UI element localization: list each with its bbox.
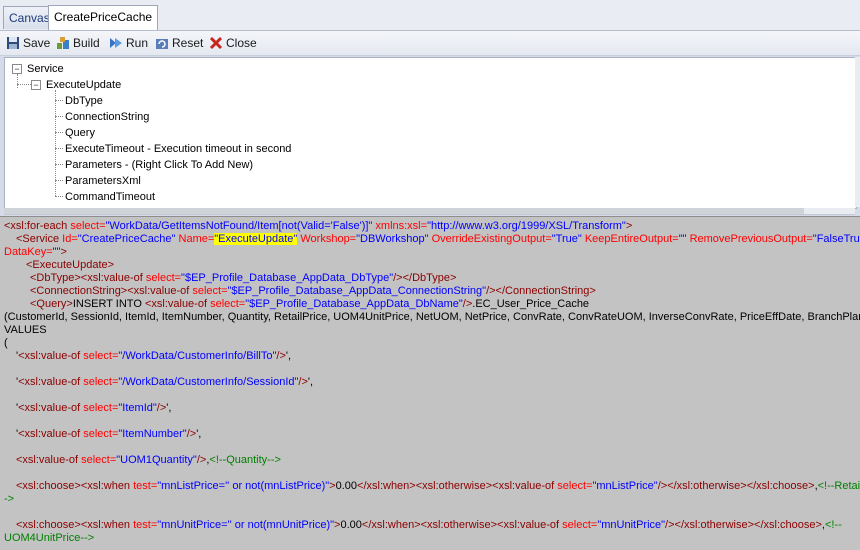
tree-node-parametersxml[interactable]: ParametersXml bbox=[65, 174, 141, 188]
code-line: '<xsl:value-of select="/WorkData/Custome… bbox=[16, 350, 292, 362]
code-line: '<xsl:value-of select="/WorkData/Custome… bbox=[16, 376, 314, 388]
build-button[interactable]: Build bbox=[56, 34, 100, 52]
run-icon bbox=[109, 36, 123, 50]
close-label: Close bbox=[226, 36, 257, 50]
build-label: Build bbox=[73, 36, 100, 50]
code-line: -> bbox=[4, 493, 15, 505]
code-line: <ConnectionString><xsl:value-of select="… bbox=[30, 285, 596, 297]
reset-icon bbox=[155, 36, 169, 50]
tree-horizontal-scrollbar[interactable] bbox=[4, 208, 855, 215]
toolbar: Save Build Run Reset Close bbox=[0, 31, 860, 56]
collapse-service-icon[interactable]: − bbox=[12, 64, 22, 74]
code-line: DataKey=""> bbox=[4, 246, 67, 258]
code-line: <ExecuteUpdate> bbox=[26, 259, 115, 271]
code-line: <Query>INSERT INTO <xsl:value-of select=… bbox=[30, 298, 590, 310]
code-line: <Service Id="CreatePriceCache" Name="Exe… bbox=[16, 233, 860, 245]
code-line: <xsl:for-each select="WorkData/GetItemsN… bbox=[4, 220, 633, 232]
save-button[interactable]: Save bbox=[6, 34, 50, 52]
close-button[interactable]: Close bbox=[209, 34, 257, 52]
code-line: (CustomerId, SessionId, ItemId, ItemNumb… bbox=[4, 311, 860, 323]
tree-node-parameters[interactable]: Parameters - (Right Click To Add New) bbox=[65, 158, 253, 172]
collapse-executeupdate-icon[interactable]: − bbox=[31, 80, 41, 90]
floppy-disk-icon bbox=[6, 36, 20, 50]
code-line: '<xsl:value-of select="ItemId"/>', bbox=[16, 402, 172, 414]
document-tab-bar: Canvas CreatePriceCache bbox=[0, 0, 860, 31]
code-line: '<xsl:value-of select="ItemNumber"/>', bbox=[16, 428, 202, 440]
code-line: <xsl:choose><xsl:when test="mnUnitPrice=… bbox=[16, 519, 842, 531]
code-line: ( bbox=[4, 337, 8, 349]
tab-create-price-cache[interactable]: CreatePriceCache bbox=[48, 5, 159, 30]
tree-node-executeupdate[interactable]: ExecuteUpdate bbox=[46, 78, 121, 92]
reset-label: Reset bbox=[172, 36, 204, 50]
tree-node-commandtimeout[interactable]: CommandTimeout bbox=[65, 190, 155, 204]
code-line: <DbType><xsl:value-of select="$EP_Profil… bbox=[30, 272, 457, 284]
tree-node-dbtype[interactable]: DbType bbox=[65, 94, 103, 108]
run-button[interactable]: Run bbox=[109, 34, 148, 52]
build-icon bbox=[56, 36, 70, 50]
code-line: UOM4UnitPrice--> bbox=[4, 532, 95, 544]
highlighted-match: "ExecuteUpdate" bbox=[214, 233, 298, 245]
code-line: <xsl:value-of select="UOM1Quantity"/>,<!… bbox=[16, 454, 281, 466]
save-label: Save bbox=[23, 36, 51, 50]
reset-button[interactable]: Reset bbox=[155, 34, 203, 52]
tree-node-connectionstring[interactable]: ConnectionString bbox=[65, 110, 149, 124]
close-icon bbox=[209, 36, 223, 50]
tree-node-query[interactable]: Query bbox=[65, 126, 95, 140]
tree-node-service[interactable]: Service bbox=[27, 62, 64, 76]
run-label: Run bbox=[126, 36, 149, 50]
tree-vertical-scrollbar[interactable] bbox=[855, 57, 860, 207]
service-tree: − Service − ExecuteUpdate DbType Connect… bbox=[4, 57, 857, 209]
xsl-code-view[interactable]: <xsl:for-each select="WorkData/GetItemsN… bbox=[0, 216, 860, 550]
code-line: VALUES bbox=[4, 324, 47, 336]
code-line: <xsl:choose><xsl:when test="mnListPrice=… bbox=[16, 480, 860, 492]
tree-node-executetimeout[interactable]: ExecuteTimeout - Execution timeout in se… bbox=[65, 142, 291, 156]
